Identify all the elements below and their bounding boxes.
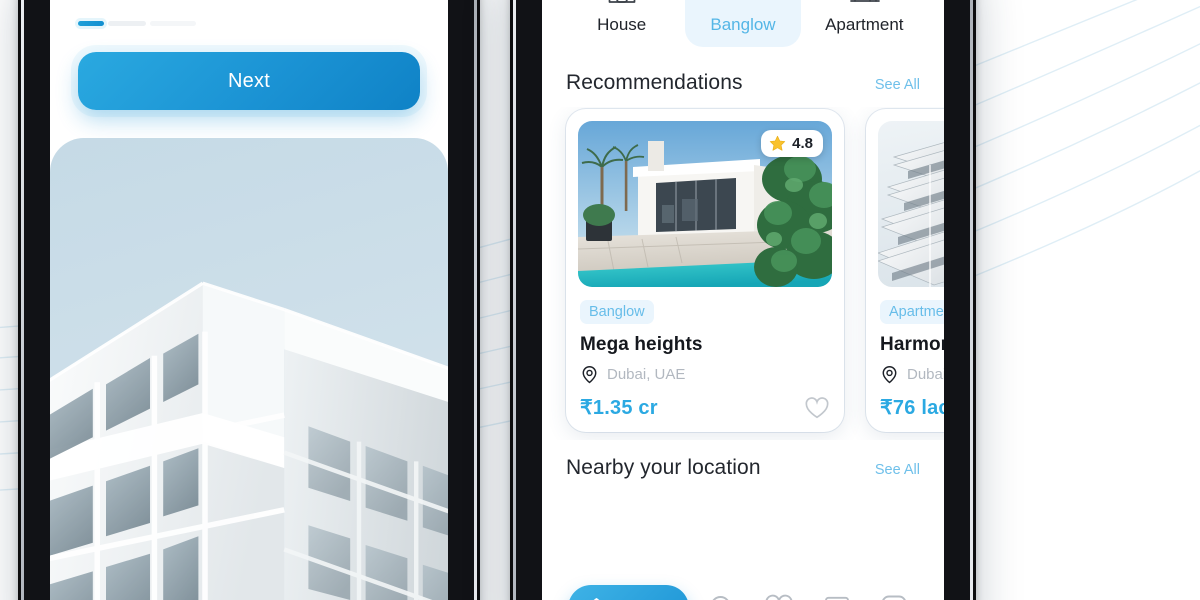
property-tag: Apartment — [880, 300, 944, 324]
category-banglow-label: Banglow — [710, 15, 776, 34]
property-card[interactable]: Apartment Harmoni Homes Dubai, UAE ₹76 l… — [866, 109, 944, 432]
category-apartment-label: Apartment — [825, 15, 904, 34]
property-price: ₹76 lacs — [880, 397, 944, 419]
property-location-text: Dubai, UAE — [607, 366, 686, 383]
pagination-dot-active[interactable] — [78, 20, 104, 26]
house-icon — [603, 0, 641, 6]
property-location: Dubai, UAE — [880, 365, 944, 384]
pagination-dot-2[interactable] — [108, 20, 146, 26]
phone-left-screen: Next — [50, 0, 448, 600]
tab-home[interactable]: Home — [568, 585, 689, 600]
onboarding-pagination[interactable] — [78, 20, 420, 26]
phone-right-screen: House Banglow Apartment Recommendations … — [542, 0, 944, 600]
tab-search[interactable] — [698, 584, 746, 600]
heart-icon — [766, 594, 793, 600]
screenshot-root: Next House Banglow Apartment Recommendat… — [0, 0, 1200, 600]
property-price-row: ₹1.35 cr — [580, 395, 830, 420]
star-icon — [769, 135, 786, 151]
rating-badge: 4.8 — [761, 130, 823, 157]
tab-favorites[interactable] — [755, 584, 803, 600]
tab-messages[interactable] — [813, 584, 861, 600]
property-name: Mega heights — [580, 334, 703, 355]
tab-profile[interactable] — [870, 584, 918, 600]
recommendations-rail[interactable]: 4.8 Banglow Mega heights Dubai, UAE ₹1.3… — [542, 107, 944, 440]
next-button[interactable]: Next — [78, 52, 420, 110]
recommendations-see-all[interactable]: See All — [875, 77, 920, 93]
nearby-header: Nearby your location See All — [542, 440, 944, 480]
property-location-text: Dubai, UAE — [907, 366, 944, 383]
property-price: ₹1.35 cr — [580, 397, 658, 419]
nearby-title: Nearby your location — [566, 456, 761, 479]
property-name: Harmoni Homes — [880, 334, 944, 355]
property-card[interactable]: 4.8 Banglow Mega heights Dubai, UAE ₹1.3… — [566, 109, 844, 432]
favorite-heart-icon[interactable] — [804, 396, 830, 420]
onboarding-screen: Next — [50, 0, 448, 600]
phone-left-device: Next — [18, 0, 480, 600]
property-price-row: ₹76 lacs — [880, 395, 944, 420]
property-tag: Banglow — [580, 300, 654, 324]
apartment-icon — [845, 0, 883, 6]
category-apartment[interactable]: Apartment — [807, 0, 922, 47]
property-image: 4.8 — [578, 121, 832, 287]
property-location: Dubai, UAE — [580, 365, 832, 384]
pagination-dot-3[interactable] — [150, 20, 196, 26]
category-banglow[interactable]: Banglow — [685, 0, 801, 47]
rating-value: 4.8 — [792, 135, 813, 152]
home-icon — [593, 597, 600, 600]
category-selector: House Banglow Apartment — [542, 0, 944, 57]
property-image — [878, 121, 944, 287]
recommendations-header: Recommendations See All — [542, 57, 944, 107]
location-pin-icon — [882, 366, 897, 384]
phone-right-device: House Banglow Apartment Recommendations … — [510, 0, 976, 600]
recommendations-title: Recommendations — [566, 71, 743, 94]
location-pin-icon — [582, 366, 597, 384]
home-screen: House Banglow Apartment Recommendations … — [542, 0, 944, 600]
category-house-label: House — [597, 15, 647, 34]
category-house[interactable]: House — [564, 0, 679, 47]
banglow-icon — [723, 0, 763, 6]
chat-bubble-icon — [824, 596, 849, 600]
nearby-see-all[interactable]: See All — [875, 462, 920, 478]
bottom-navigation: Home — [542, 572, 944, 600]
profile-icon — [882, 595, 906, 600]
onboarding-hero-image — [50, 138, 448, 600]
search-icon — [712, 596, 729, 600]
onboarding-top: Next — [50, 0, 448, 110]
